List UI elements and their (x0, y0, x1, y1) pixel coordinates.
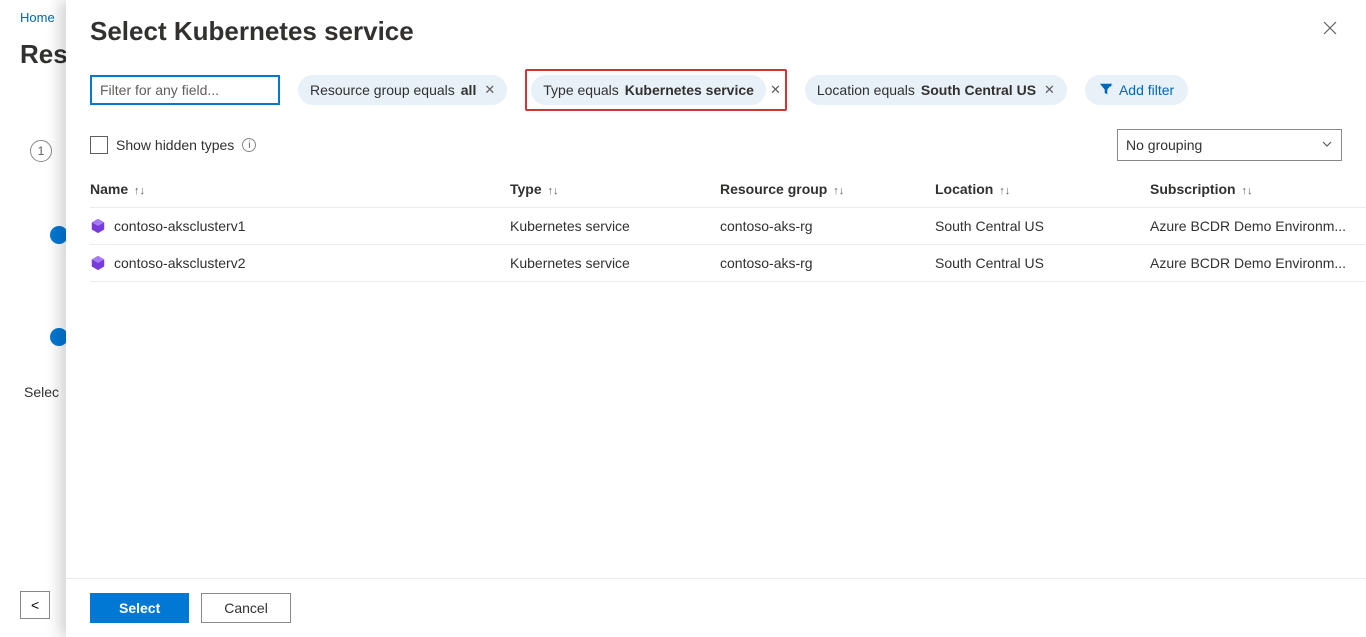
filter-pill-type-highlighted: Type equals Kubernetes service ✕ (525, 69, 787, 111)
col-header-subscription[interactable]: Subscription ↑↓ (1150, 171, 1366, 208)
sort-icon: ↑↓ (999, 185, 1010, 197)
cancel-button[interactable]: Cancel (201, 593, 291, 623)
close-icon (1322, 20, 1338, 36)
results-table-wrap: Name ↑↓ Type ↑↓ Resource group ↑↓ Locati… (66, 171, 1366, 578)
cell-type: Kubernetes service (510, 245, 720, 282)
sort-icon: ↑↓ (548, 185, 559, 197)
cell-location: South Central US (935, 245, 1150, 282)
svg-text:+: + (1109, 82, 1113, 89)
show-hidden-label: Show hidden types (116, 137, 234, 153)
pill-prefix: Resource group equals (310, 82, 455, 98)
pill-value: all (461, 82, 477, 98)
cell-subscription: Azure BCDR Demo Environm... (1150, 245, 1366, 282)
panel-title: Select Kubernetes service (90, 16, 414, 47)
pill-prefix: Location equals (817, 82, 915, 98)
cell-rg: contoso-aks-rg (720, 245, 935, 282)
col-header-rg[interactable]: Resource group ↑↓ (720, 171, 935, 208)
kubernetes-service-icon (90, 218, 106, 234)
grouping-dropdown[interactable]: No grouping (1117, 129, 1342, 161)
close-button[interactable] (1318, 16, 1342, 45)
sort-icon: ↑↓ (833, 185, 844, 197)
remove-filter-icon[interactable]: ✕ (1044, 82, 1055, 98)
table-row[interactable]: contoso-aksclusterv1 Kubernetes serviceco… (90, 208, 1366, 245)
pill-value: South Central US (921, 82, 1036, 98)
step-indicator: 1 (30, 140, 52, 162)
grouping-value: No grouping (1126, 137, 1202, 153)
sort-icon: ↑↓ (134, 185, 145, 197)
kubernetes-service-icon (90, 255, 106, 271)
sort-icon: ↑↓ (1241, 185, 1252, 197)
panel-footer: Select Cancel (66, 578, 1366, 637)
show-hidden-checkbox[interactable] (90, 136, 108, 154)
filter-pill-resource-group[interactable]: Resource group equals all ✕ (298, 75, 507, 105)
col-header-location[interactable]: Location ↑↓ (935, 171, 1150, 208)
cell-name: contoso-aksclusterv2 (114, 255, 246, 271)
cell-type: Kubernetes service (510, 208, 720, 245)
cell-location: South Central US (935, 208, 1150, 245)
col-header-type[interactable]: Type ↑↓ (510, 171, 720, 208)
select-button[interactable]: Select (90, 593, 189, 623)
filter-icon: + (1099, 82, 1113, 99)
filter-row: Resource group equals all ✕ Type equals … (66, 55, 1366, 119)
pill-value: Kubernetes service (625, 82, 754, 98)
remove-filter-icon[interactable]: ✕ (484, 82, 495, 98)
results-table: Name ↑↓ Type ↑↓ Resource group ↑↓ Locati… (90, 171, 1366, 282)
filter-pill-type[interactable]: Type equals Kubernetes service (531, 75, 766, 105)
filter-input[interactable] (90, 75, 280, 105)
table-row[interactable]: contoso-aksclusterv2 Kubernetes serviceco… (90, 245, 1366, 282)
col-header-name[interactable]: Name ↑↓ (90, 171, 510, 208)
add-filter-label: Add filter (1119, 82, 1174, 98)
options-row: Show hidden types i No grouping (66, 119, 1366, 171)
cell-subscription: Azure BCDR Demo Environm... (1150, 208, 1366, 245)
info-icon[interactable]: i (242, 138, 256, 152)
chevron-down-icon (1321, 138, 1333, 153)
pill-prefix: Type equals (543, 82, 619, 98)
remove-filter-icon[interactable]: ✕ (770, 82, 781, 98)
filter-pill-location[interactable]: Location equals South Central US ✕ (805, 75, 1067, 105)
cell-name: contoso-aksclusterv1 (114, 218, 246, 234)
cell-rg: contoso-aks-rg (720, 208, 935, 245)
previous-button[interactable]: < (20, 591, 50, 619)
add-filter-button[interactable]: + Add filter (1085, 75, 1188, 105)
selection-panel: Select Kubernetes service Resource group… (66, 0, 1366, 637)
